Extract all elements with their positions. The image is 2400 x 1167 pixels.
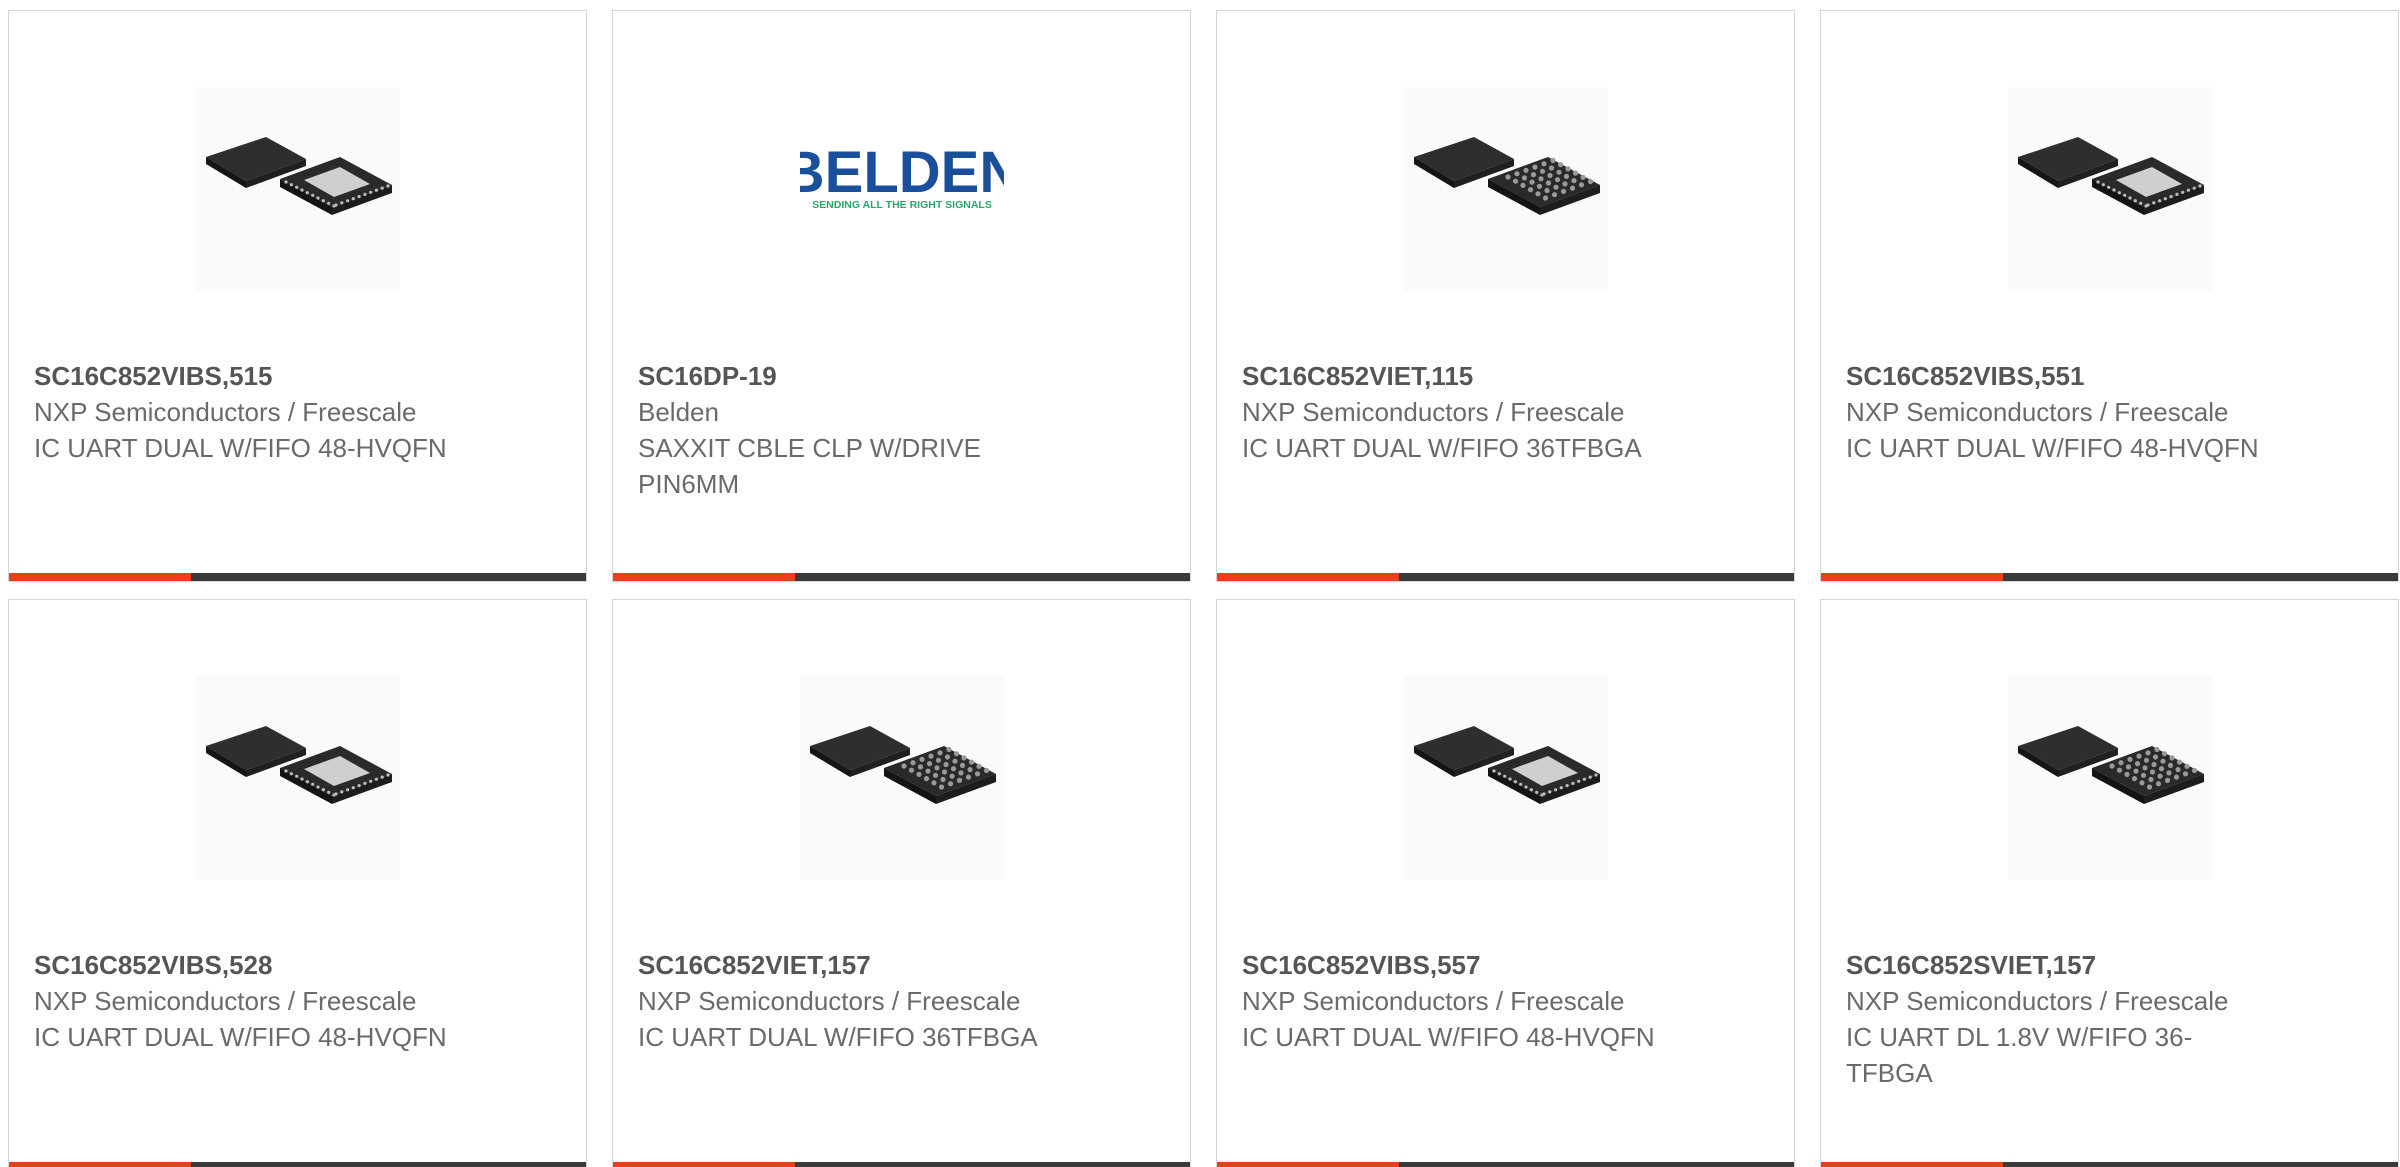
product-image[interactable] [800,676,1004,880]
card-bottom-bar [9,1162,586,1167]
product-image[interactable] [2008,87,2212,291]
part-number-link[interactable]: SC16C852VIBS,551 [1846,358,2286,394]
product-description: IC UART DUAL W/FIFO 36TFBGA [1242,433,1642,463]
belden-logo-text: BELDEN [800,140,1004,205]
manufacturer-name: NXP Semiconductors / Freescale [1242,397,1625,427]
part-number-link[interactable]: SC16C852VIBS,528 [34,947,474,983]
card-bottom-bar [613,1162,1190,1167]
card-accent-bar [1821,573,2003,581]
product-card[interactable]: BELDENSENDING ALL THE RIGHT SIGNALS SC16… [612,10,1191,582]
product-description: SAXXIT CBLE CLP W/DRIVE PIN6MM [638,433,981,499]
part-number-link[interactable]: SC16C852VIET,115 [1242,358,1682,394]
card-bottom-bar [1821,573,2398,581]
card-accent-bar [613,1162,795,1167]
hvqfn-chip-icon [1414,726,1600,804]
product-card[interactable]: SC16C852VIBS,551 NXP Semiconductors / Fr… [1820,10,2399,582]
manufacturer-name: NXP Semiconductors / Freescale [1242,986,1625,1016]
product-card[interactable]: SC16C852VIBS,557 NXP Semiconductors / Fr… [1216,599,1795,1167]
part-number-link[interactable]: SC16C852VIBS,557 [1242,947,1682,983]
product-grid: SC16C852VIBS,515 NXP Semiconductors / Fr… [0,0,2400,1167]
card-bottom-bar [1821,1162,2398,1167]
manufacturer-name: Belden [638,397,719,427]
product-card[interactable]: SC16C852SVIET,157 NXP Semiconductors / F… [1820,599,2399,1167]
hvqfn-chip-icon [206,137,392,215]
product-info: SC16DP-19 Belden SAXXIT CBLE CLP W/DRIVE… [638,358,1078,502]
product-info: SC16C852VIBS,515 NXP Semiconductors / Fr… [34,358,474,466]
product-info: SC16C852VIET,115 NXP Semiconductors / Fr… [1242,358,1682,466]
card-accent-bar [9,573,191,581]
card-bottom-bar [9,573,586,581]
manufacturer-name: NXP Semiconductors / Freescale [1846,397,2229,427]
product-card[interactable]: SC16C852VIET,115 NXP Semiconductors / Fr… [1216,10,1795,582]
manufacturer-name: NXP Semiconductors / Freescale [1846,986,2229,1016]
product-image[interactable] [196,87,400,291]
product-image[interactable] [196,676,400,880]
product-card[interactable]: SC16C852VIBS,515 NXP Semiconductors / Fr… [8,10,587,582]
card-bottom-bar [613,573,1190,581]
product-description: IC UART DUAL W/FIFO 48-HVQFN [1242,1022,1655,1052]
tfbga-chip-icon [2018,726,2204,804]
product-info: SC16C852SVIET,157 NXP Semiconductors / F… [1846,947,2286,1091]
part-number-link[interactable]: SC16C852SVIET,157 [1846,947,2286,983]
product-info: SC16C852VIBS,551 NXP Semiconductors / Fr… [1846,358,2286,466]
manufacturer-name: NXP Semiconductors / Freescale [34,397,417,427]
product-image[interactable]: BELDENSENDING ALL THE RIGHT SIGNALS [800,87,1004,291]
product-info: SC16C852VIBS,528 NXP Semiconductors / Fr… [34,947,474,1055]
hvqfn-chip-icon [206,726,392,804]
product-description: IC UART DUAL W/FIFO 48-HVQFN [34,433,447,463]
tfbga-chip-icon [810,726,996,804]
card-accent-bar [9,1162,191,1167]
product-description: IC UART DL 1.8V W/FIFO 36-TFBGA [1846,1022,2193,1088]
product-description: IC UART DUAL W/FIFO 48-HVQFN [34,1022,447,1052]
belden-logo: BELDENSENDING ALL THE RIGHT SIGNALS [800,140,1004,211]
part-number-link[interactable]: SC16C852VIET,157 [638,947,1078,983]
product-description: IC UART DUAL W/FIFO 36TFBGA [638,1022,1038,1052]
card-accent-bar [613,573,795,581]
part-number-link[interactable]: SC16C852VIBS,515 [34,358,474,394]
product-image[interactable] [1404,676,1608,880]
card-accent-bar [1217,1162,1399,1167]
product-description: IC UART DUAL W/FIFO 48-HVQFN [1846,433,2259,463]
tfbga-chip-icon [1414,137,1600,215]
hvqfn-chip-icon [2018,137,2204,215]
card-bottom-bar [1217,573,1794,581]
product-card[interactable]: SC16C852VIET,157 NXP Semiconductors / Fr… [612,599,1191,1167]
card-accent-bar [1821,1162,2003,1167]
product-image[interactable] [2008,676,2212,880]
product-image[interactable] [1404,87,1608,291]
card-bottom-bar [1217,1162,1794,1167]
product-card[interactable]: SC16C852VIBS,528 NXP Semiconductors / Fr… [8,599,587,1167]
part-number-link[interactable]: SC16DP-19 [638,358,1078,394]
belden-logo-tagline: SENDING ALL THE RIGHT SIGNALS [812,199,992,211]
manufacturer-name: NXP Semiconductors / Freescale [34,986,417,1016]
product-info: SC16C852VIET,157 NXP Semiconductors / Fr… [638,947,1078,1055]
card-accent-bar [1217,573,1399,581]
product-info: SC16C852VIBS,557 NXP Semiconductors / Fr… [1242,947,1682,1055]
manufacturer-name: NXP Semiconductors / Freescale [638,986,1021,1016]
